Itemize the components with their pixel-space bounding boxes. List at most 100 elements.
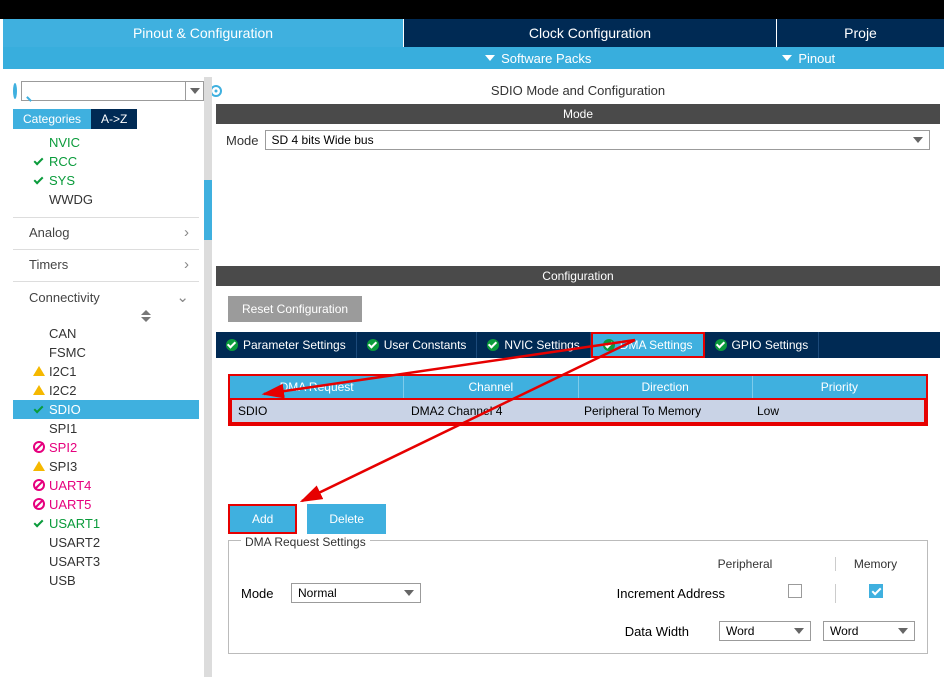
dma-table-row[interactable]: SDIO DMA2 Channel 4 Peripheral To Memory… — [230, 398, 926, 424]
tree-item-label: I2C1 — [49, 364, 76, 379]
delete-button[interactable]: Delete — [307, 504, 386, 534]
tree-item-sys[interactable]: SYS — [13, 171, 199, 190]
dma-table-header: DMA Request Channel Direction Priority — [230, 376, 926, 398]
search-dropdown-button[interactable] — [185, 82, 203, 100]
check-icon — [33, 174, 45, 186]
tree-item-i2c2[interactable]: I2C2 — [13, 381, 199, 400]
button-label: Add — [252, 512, 273, 526]
increment-address-label: Increment Address — [421, 586, 755, 601]
tree-item-label: NVIC — [49, 135, 80, 150]
tree-item-label: SPI3 — [49, 459, 77, 474]
dma-request-settings: DMA Request Settings Peripheral Memory M… — [228, 540, 928, 654]
tree-item-i2c1[interactable]: I2C1 — [13, 362, 199, 381]
memory-inc-checkbox[interactable] — [869, 584, 883, 598]
chevron-down-icon — [898, 628, 908, 634]
tree-item-rcc[interactable]: RCC — [13, 152, 199, 171]
tree-item-label: CAN — [49, 326, 76, 341]
ok-icon — [603, 339, 615, 351]
tree-item-spi2[interactable]: SPI2 — [13, 438, 199, 457]
tab-label: GPIO Settings — [732, 338, 809, 352]
peripheral-inc-checkbox[interactable] — [788, 584, 802, 598]
col-memory: Memory — [835, 557, 915, 571]
tab-label: Proje — [844, 25, 877, 41]
block-icon — [33, 441, 45, 453]
search-combo[interactable] — [21, 81, 204, 101]
tab-label: DMA Settings — [620, 338, 693, 352]
add-button[interactable]: Add — [228, 504, 297, 534]
pinout-dropdown[interactable]: Pinout — [674, 47, 944, 69]
tree-group-label: Connectivity — [29, 290, 100, 305]
tree-item-usart2[interactable]: USART2 — [13, 533, 199, 552]
software-packs-dropdown[interactable]: Software Packs — [403, 47, 674, 69]
tab-label: User Constants — [384, 338, 467, 352]
ok-icon — [715, 339, 727, 351]
tree-item-fsmc[interactable]: FSMC — [13, 343, 199, 362]
reset-configuration-button[interactable]: Reset Configuration — [228, 296, 362, 322]
tree-item-usb[interactable]: USB — [13, 571, 199, 590]
button-label: Delete — [329, 512, 364, 526]
tab-dma-settings[interactable]: DMA Settings — [591, 332, 705, 358]
tree-item-uart4[interactable]: UART4 — [13, 476, 199, 495]
warning-icon — [33, 384, 45, 396]
chevron-down-icon: ⌄ — [176, 288, 189, 306]
configuration-header: Configuration — [216, 266, 940, 286]
mode-select-value: SD 4 bits Wide bus — [272, 133, 374, 147]
tab-gpio-settings[interactable]: GPIO Settings — [705, 332, 820, 358]
tree-group-label: Analog — [29, 225, 69, 240]
splitter[interactable] — [204, 77, 212, 677]
tree-item-can[interactable]: CAN — [13, 324, 199, 343]
memory-width-select[interactable]: Word — [823, 621, 915, 641]
warning-icon — [33, 460, 45, 472]
tree-item-nvic[interactable]: NVIC — [13, 133, 199, 152]
window-titlebar — [0, 0, 944, 19]
col-peripheral: Peripheral — [705, 557, 785, 571]
tree-item-label: WWDG — [49, 192, 93, 207]
tab-az[interactable]: A->Z — [91, 109, 137, 129]
mode-header: Mode — [216, 104, 940, 124]
tree-item-spi1[interactable]: SPI1 — [13, 419, 199, 438]
tree-group-connectivity[interactable]: Connectivity ⌄ — [13, 281, 199, 306]
block-icon — [33, 479, 45, 491]
tab-nvic-settings[interactable]: NVIC Settings — [477, 332, 590, 358]
tree-item-wwdg[interactable]: WWDG — [13, 190, 199, 209]
memory-inc-checkbox-wrap — [835, 584, 915, 603]
tree-item-label: RCC — [49, 154, 77, 169]
dma-table: DMA Request Channel Direction Priority S… — [228, 374, 928, 426]
tree-group-timers[interactable]: Timers › — [13, 249, 199, 273]
req-header: Peripheral Memory — [241, 557, 915, 571]
chevron-down-icon — [485, 55, 495, 61]
tree-item-uart5[interactable]: UART5 — [13, 495, 199, 514]
tab-user-constants[interactable]: User Constants — [357, 332, 478, 358]
tab-project-manager[interactable]: Proje — [776, 19, 944, 47]
tree-item-sdio[interactable]: SDIO — [13, 400, 199, 419]
tree-item-label: UART4 — [49, 478, 91, 493]
sort-arrows-icon[interactable] — [93, 310, 199, 322]
peripheral-tree: NVIC RCC SYS WWDG Analog › Timers › Connect… — [13, 133, 199, 590]
search-input[interactable] — [22, 82, 185, 100]
tree-group-label: Timers — [29, 257, 68, 272]
tree-item-label: SYS — [49, 173, 75, 188]
peripheral-inc-checkbox-wrap — [755, 584, 835, 603]
chevron-down-icon — [794, 628, 804, 634]
mode-label: Mode — [226, 133, 259, 148]
data-width-label: Data Width — [625, 624, 689, 639]
mode-select[interactable]: SD 4 bits Wide bus — [265, 130, 930, 150]
tab-parameter-settings[interactable]: Parameter Settings — [216, 332, 357, 358]
search-row — [13, 77, 199, 105]
tab-label: Parameter Settings — [243, 338, 346, 352]
tab-clock-configuration[interactable]: Clock Configuration — [403, 19, 776, 47]
tab-categories[interactable]: Categories — [13, 109, 91, 129]
peripheral-width-select[interactable]: Word — [719, 621, 811, 641]
splitter-grip[interactable] — [204, 180, 212, 240]
ok-icon — [226, 339, 238, 351]
tab-pinout-configuration[interactable]: Pinout & Configuration — [3, 19, 403, 47]
tab-label: A->Z — [101, 112, 127, 126]
mode-select[interactable]: Normal — [291, 583, 421, 603]
tree-item-usart1[interactable]: USART1 — [13, 514, 199, 533]
select-value: Word — [830, 624, 858, 638]
tree-item-usart3[interactable]: USART3 — [13, 552, 199, 571]
tree-group-analog[interactable]: Analog › — [13, 217, 199, 241]
mode-row: Mode SD 4 bits Wide bus — [216, 124, 940, 156]
col-channel: Channel — [404, 376, 578, 398]
tree-item-spi3[interactable]: SPI3 — [13, 457, 199, 476]
